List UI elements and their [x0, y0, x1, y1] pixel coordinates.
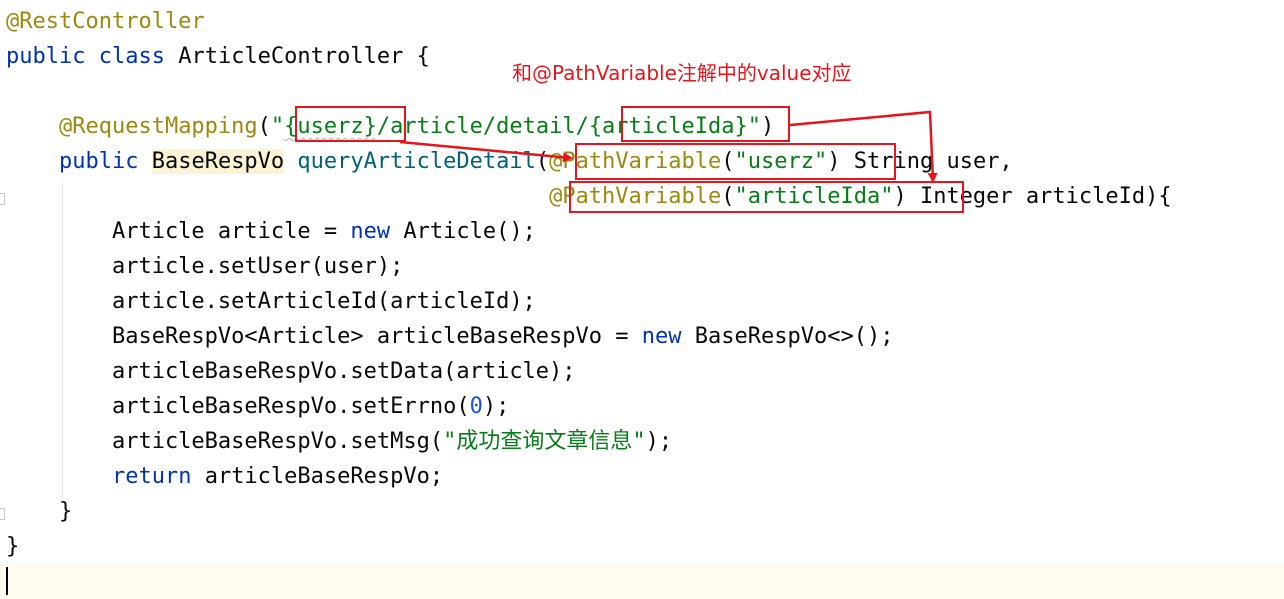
code-line[interactable]: articleBaseRespVo.setData(article);	[6, 354, 576, 389]
code-token: public	[6, 44, 86, 69]
code-token: (	[535, 149, 550, 174]
code-token: article.setUser(user);	[6, 254, 404, 279]
code-token: }	[6, 499, 73, 524]
code-token: );	[645, 429, 673, 454]
pathvariable-userz-box	[575, 143, 896, 180]
fold-marker-icon[interactable]	[0, 508, 5, 520]
code-token: public	[58, 149, 139, 174]
code-line[interactable]: Article article = new Article();	[6, 214, 536, 249]
code-token: queryArticleDetail	[297, 149, 536, 174]
code-token: BaseRespVo	[151, 149, 285, 174]
code-token: BaseRespVo<>();	[681, 324, 894, 349]
code-line[interactable]: }	[6, 494, 72, 529]
code-token: articleBaseRespVo.setMsg(	[6, 429, 444, 454]
userz-path-box	[295, 106, 406, 142]
code-line[interactable]: @RestController	[6, 4, 205, 39]
code-token: articleBaseRespVo.setData(article);	[6, 359, 576, 384]
code-token: (	[257, 114, 271, 139]
code-line[interactable]: article.setUser(user);	[6, 249, 403, 284]
code-token: class	[98, 44, 165, 69]
code-token: new	[350, 219, 391, 244]
code-token: "成功查询文章信息"	[443, 429, 646, 454]
code-line[interactable]: articleBaseRespVo.setMsg("成功查询文章信息");	[6, 424, 672, 459]
code-token: @RestController	[6, 9, 205, 34]
code-line[interactable]: article.setArticleId(articleId);	[6, 284, 536, 319]
pathvariable-articleida-box	[569, 181, 964, 213]
code-line[interactable]: articleBaseRespVo.setErrno(0);	[6, 389, 509, 424]
code-token: "	[270, 114, 285, 139]
code-token: article.setArticleId(articleId);	[6, 289, 536, 314]
code-line[interactable]: BaseRespVo<Article> articleBaseRespVo = …	[6, 319, 893, 354]
code-token: BaseRespVo<Article> articleBaseRespVo =	[6, 324, 642, 349]
code-line[interactable]: }	[6, 529, 19, 564]
code-token: /article/detail/	[376, 114, 589, 139]
code-token: ArticleController {	[164, 44, 430, 69]
code-token: Article article =	[6, 219, 351, 244]
annotation-note: 和@PathVariable注解中的value对应	[512, 61, 852, 85]
code-token: 0	[469, 394, 483, 419]
code-token: @RequestMapping	[58, 114, 258, 139]
code-token: new	[641, 324, 682, 349]
code-token: );	[482, 394, 510, 419]
code-line[interactable]: return articleBaseRespVo;	[6, 459, 443, 494]
current-line-highlight	[0, 563, 1284, 599]
code-token: articleBaseRespVo.setErrno(	[6, 394, 470, 419]
code-token: articleBaseRespVo;	[191, 464, 444, 489]
code-token: return	[111, 464, 192, 489]
code-line[interactable]: public class ArticleController {	[6, 39, 430, 74]
code-token: }	[6, 534, 20, 559]
fold-marker-icon[interactable]	[0, 193, 5, 205]
code-token: Article();	[390, 219, 536, 244]
articleida-path-box	[621, 106, 790, 142]
text-caret[interactable]	[6, 567, 8, 595]
